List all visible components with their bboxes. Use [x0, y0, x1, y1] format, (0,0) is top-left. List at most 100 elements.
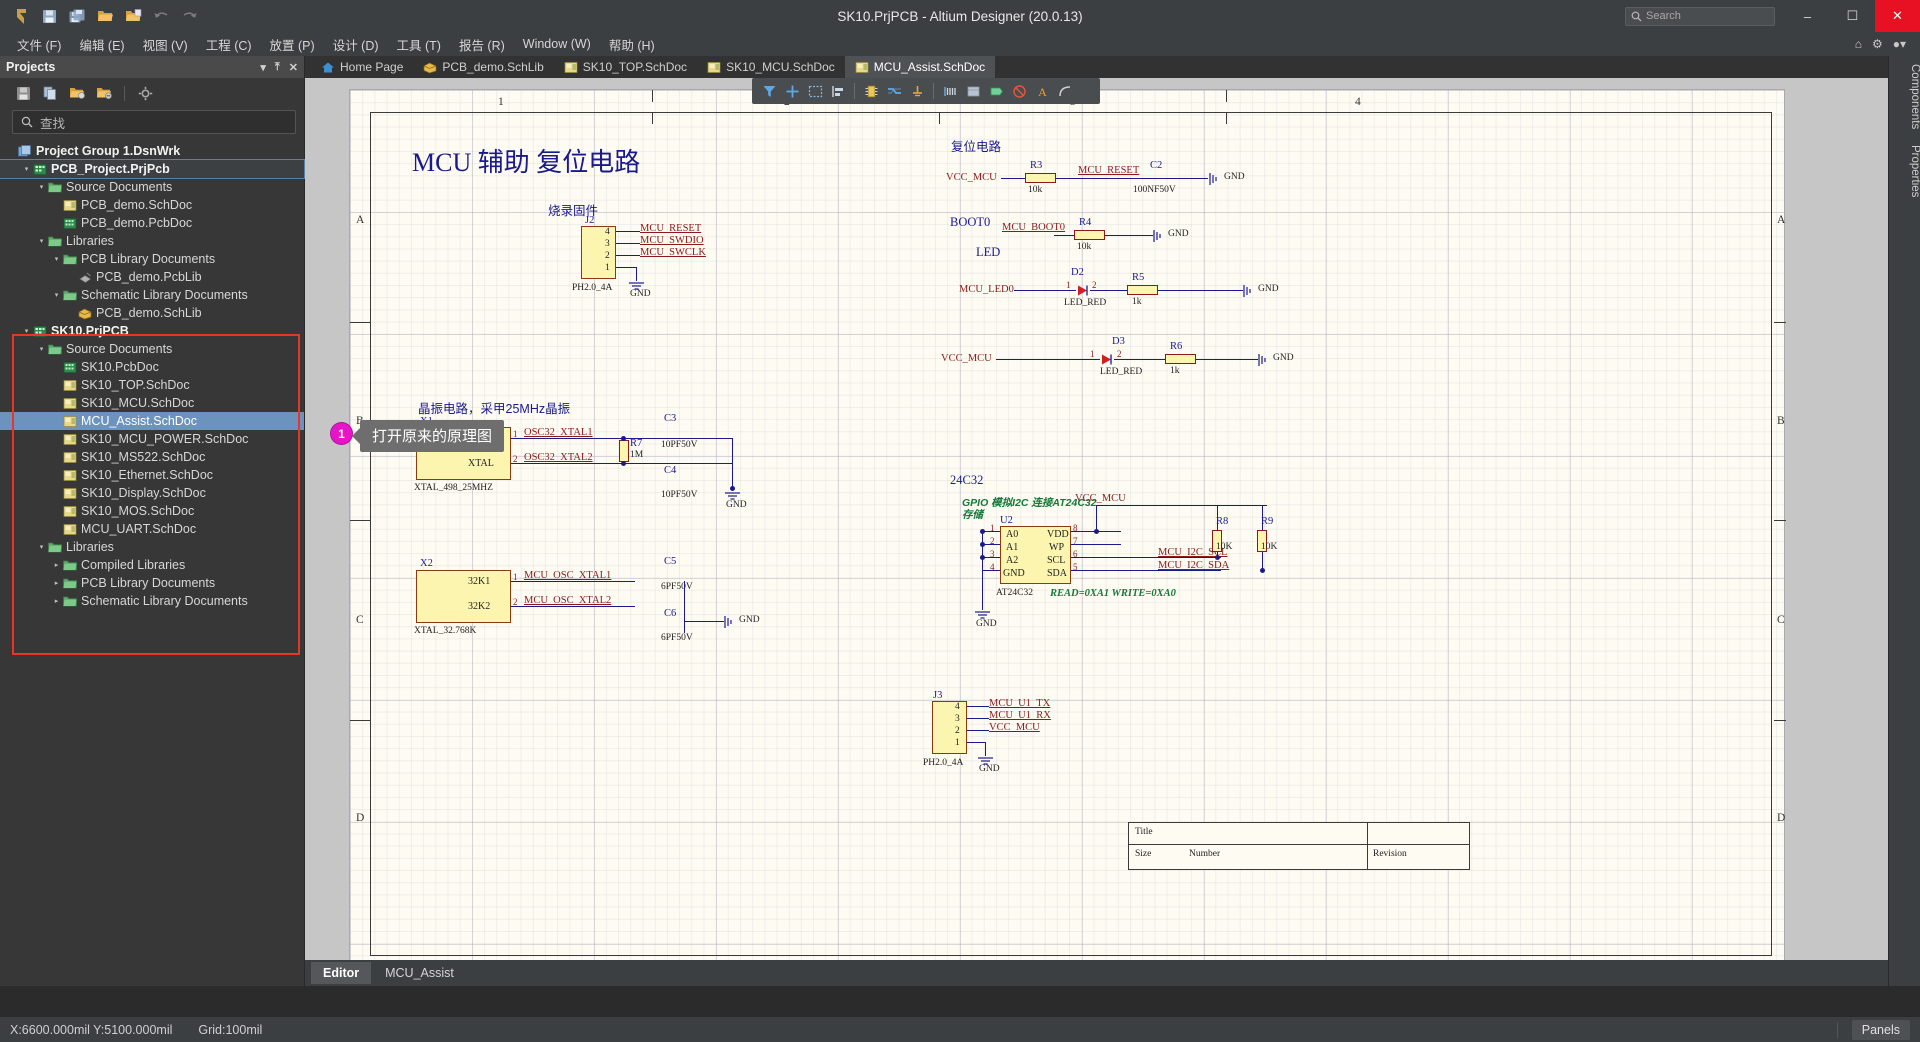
j3-body[interactable]	[932, 701, 967, 754]
global-search-box[interactable]: Search	[1625, 6, 1775, 26]
select-area-icon[interactable]	[805, 81, 825, 101]
panel-close-icon[interactable]: ✕	[289, 61, 298, 74]
tree-expander-icon[interactable]: ▸	[51, 597, 62, 605]
open-project-icon[interactable]	[120, 4, 146, 28]
tree-expander-icon[interactable]: ▾	[36, 183, 47, 191]
menu-item-6[interactable]: 工具 (T)	[388, 32, 450, 57]
j2-body[interactable]	[581, 226, 616, 279]
r7-body[interactable]	[619, 440, 629, 462]
r3-body[interactable]	[1025, 173, 1056, 183]
menu-item-0[interactable]: 文件 (F)	[8, 32, 70, 57]
editor-bottom-tab-0[interactable]: Editor	[311, 962, 372, 984]
place-wire-icon[interactable]	[782, 81, 802, 101]
project-search-input[interactable]: 查找	[12, 110, 296, 134]
document-tab-2[interactable]: SK10_TOP.SchDoc	[554, 56, 697, 78]
tree-node-0[interactable]: Project Group 1.DsnWrk	[0, 142, 304, 160]
place-text-icon[interactable]: A	[1032, 81, 1052, 101]
open-folder-icon[interactable]	[92, 4, 118, 28]
tree-node-10[interactable]: ▾ SK10.PrjPCB	[0, 322, 304, 340]
panel-pin-icon[interactable]: ⤒	[275, 61, 280, 74]
tree-expander-icon[interactable]: ▾	[51, 255, 62, 263]
maximize-button[interactable]: ☐	[1830, 0, 1875, 32]
menu-item-8[interactable]: Window (W)	[514, 34, 600, 54]
tree-node-2[interactable]: ▾ Source Documents	[0, 178, 304, 196]
menu-item-1[interactable]: 编辑 (E)	[70, 32, 133, 57]
place-sheet-symbol-icon[interactable]	[963, 81, 983, 101]
tree-node-23[interactable]: ▸ Compiled Libraries	[0, 556, 304, 574]
menu-item-9[interactable]: 帮助 (H)	[600, 32, 664, 57]
undo-icon[interactable]	[148, 4, 174, 28]
tree-node-25[interactable]: ▸ Schematic Library Documents	[0, 592, 304, 610]
save-icon[interactable]	[36, 4, 62, 28]
tree-node-16[interactable]: SK10_MCU_POWER.SchDoc	[0, 430, 304, 448]
place-no-erc-icon[interactable]	[1009, 81, 1029, 101]
place-net-label-icon[interactable]	[940, 81, 960, 101]
menu-item-3[interactable]: 工程 (C)	[197, 32, 261, 57]
panels-button[interactable]: Panels	[1851, 1019, 1910, 1040]
tree-node-3[interactable]: PCB_demo.SchDoc	[0, 196, 304, 214]
tree-expander-icon[interactable]: ▸	[51, 561, 62, 569]
save-all-icon[interactable]	[64, 4, 90, 28]
open-folder-add-icon[interactable]	[68, 84, 86, 102]
tree-node-11[interactable]: ▾ Source Documents	[0, 340, 304, 358]
tree-node-24[interactable]: ▸ PCB Library Documents	[0, 574, 304, 592]
tree-node-14[interactable]: SK10_MCU.SchDoc	[0, 394, 304, 412]
document-tab-3[interactable]: SK10_MCU.SchDoc	[697, 56, 845, 78]
tree-node-6[interactable]: ▾ PCB Library Documents	[0, 250, 304, 268]
tree-node-18[interactable]: SK10_Ethernet.SchDoc	[0, 466, 304, 484]
tree-node-5[interactable]: ▾ Libraries	[0, 232, 304, 250]
r5-body[interactable]	[1127, 285, 1158, 295]
x2-body[interactable]	[416, 570, 511, 623]
settings-gear-icon[interactable]: ⚙	[1872, 37, 1883, 51]
home-icon[interactable]: ⌂	[1855, 37, 1862, 51]
document-tab-4[interactable]: MCU_Assist.SchDoc	[844, 56, 996, 78]
tree-node-1[interactable]: ▾ PCB_Project.PrjPcb	[0, 159, 305, 179]
editor-bottom-tab-1[interactable]: MCU_Assist	[373, 962, 466, 984]
rail-item-properties[interactable]: Properties	[1889, 137, 1920, 205]
menu-item-5[interactable]: 设计 (D)	[324, 32, 388, 57]
tree-node-8[interactable]: ▾ Schematic Library Documents	[0, 286, 304, 304]
copy-icon[interactable]	[41, 84, 59, 102]
align-icon[interactable]	[828, 81, 848, 101]
rail-item-components[interactable]: Components	[1889, 56, 1920, 137]
tree-expander-icon[interactable]: ▾	[51, 291, 62, 299]
tree-node-21[interactable]: MCU_UART.SchDoc	[0, 520, 304, 538]
tree-expander-icon[interactable]: ▾	[36, 345, 47, 353]
tree-node-20[interactable]: SK10_MOS.SchDoc	[0, 502, 304, 520]
menu-item-7[interactable]: 报告 (R)	[450, 32, 514, 57]
user-account-icon[interactable]: ●▾	[1893, 37, 1906, 51]
tree-expander-icon[interactable]: ▸	[51, 579, 62, 587]
place-bus-icon[interactable]	[884, 81, 904, 101]
tree-expander-icon[interactable]: ▾	[36, 543, 47, 551]
minimize-button[interactable]: –	[1785, 0, 1830, 32]
tree-node-13[interactable]: SK10_TOP.SchDoc	[0, 376, 304, 394]
tree-node-15[interactable]: MCU_Assist.SchDoc	[0, 412, 304, 430]
place-port-icon[interactable]	[986, 81, 1006, 101]
place-arc-icon[interactable]	[1055, 81, 1075, 101]
menu-item-2[interactable]: 视图 (V)	[134, 32, 197, 57]
close-button[interactable]: ✕	[1875, 0, 1920, 32]
gear-icon[interactable]	[136, 84, 154, 102]
filter-icon[interactable]	[759, 81, 779, 101]
tree-node-7[interactable]: PCB_demo.PcbLib	[0, 268, 304, 286]
place-power-port-icon[interactable]	[907, 81, 927, 101]
tree-node-12[interactable]: SK10.PcbDoc	[0, 358, 304, 376]
redo-icon[interactable]	[176, 4, 202, 28]
menu-item-4[interactable]: 放置 (P)	[261, 32, 324, 57]
panel-menu-icon[interactable]: ▾	[260, 61, 266, 74]
schematic-canvas[interactable]: 1 2 3 4 A B C D A B C D MCU 辅助 复位电路 烧录固件…	[305, 78, 1888, 960]
altium-logo-icon[interactable]	[8, 4, 34, 28]
tree-node-22[interactable]: ▾ Libraries	[0, 538, 304, 556]
place-part-icon[interactable]	[861, 81, 881, 101]
tree-node-17[interactable]: SK10_MS522.SchDoc	[0, 448, 304, 466]
save-icon[interactable]	[14, 84, 32, 102]
tree-expander-icon[interactable]: ▾	[21, 327, 32, 335]
tree-expander-icon[interactable]: ▾	[36, 237, 47, 245]
document-tab-1[interactable]: PCB_demo.SchLib	[413, 56, 553, 78]
tree-node-4[interactable]: PCB_demo.PcbDoc	[0, 214, 304, 232]
tree-node-19[interactable]: SK10_Display.SchDoc	[0, 484, 304, 502]
r6-body[interactable]	[1165, 354, 1196, 364]
tree-expander-icon[interactable]: ▾	[21, 165, 32, 173]
open-folder-minus-icon[interactable]	[95, 84, 113, 102]
r4-body[interactable]	[1074, 230, 1105, 240]
